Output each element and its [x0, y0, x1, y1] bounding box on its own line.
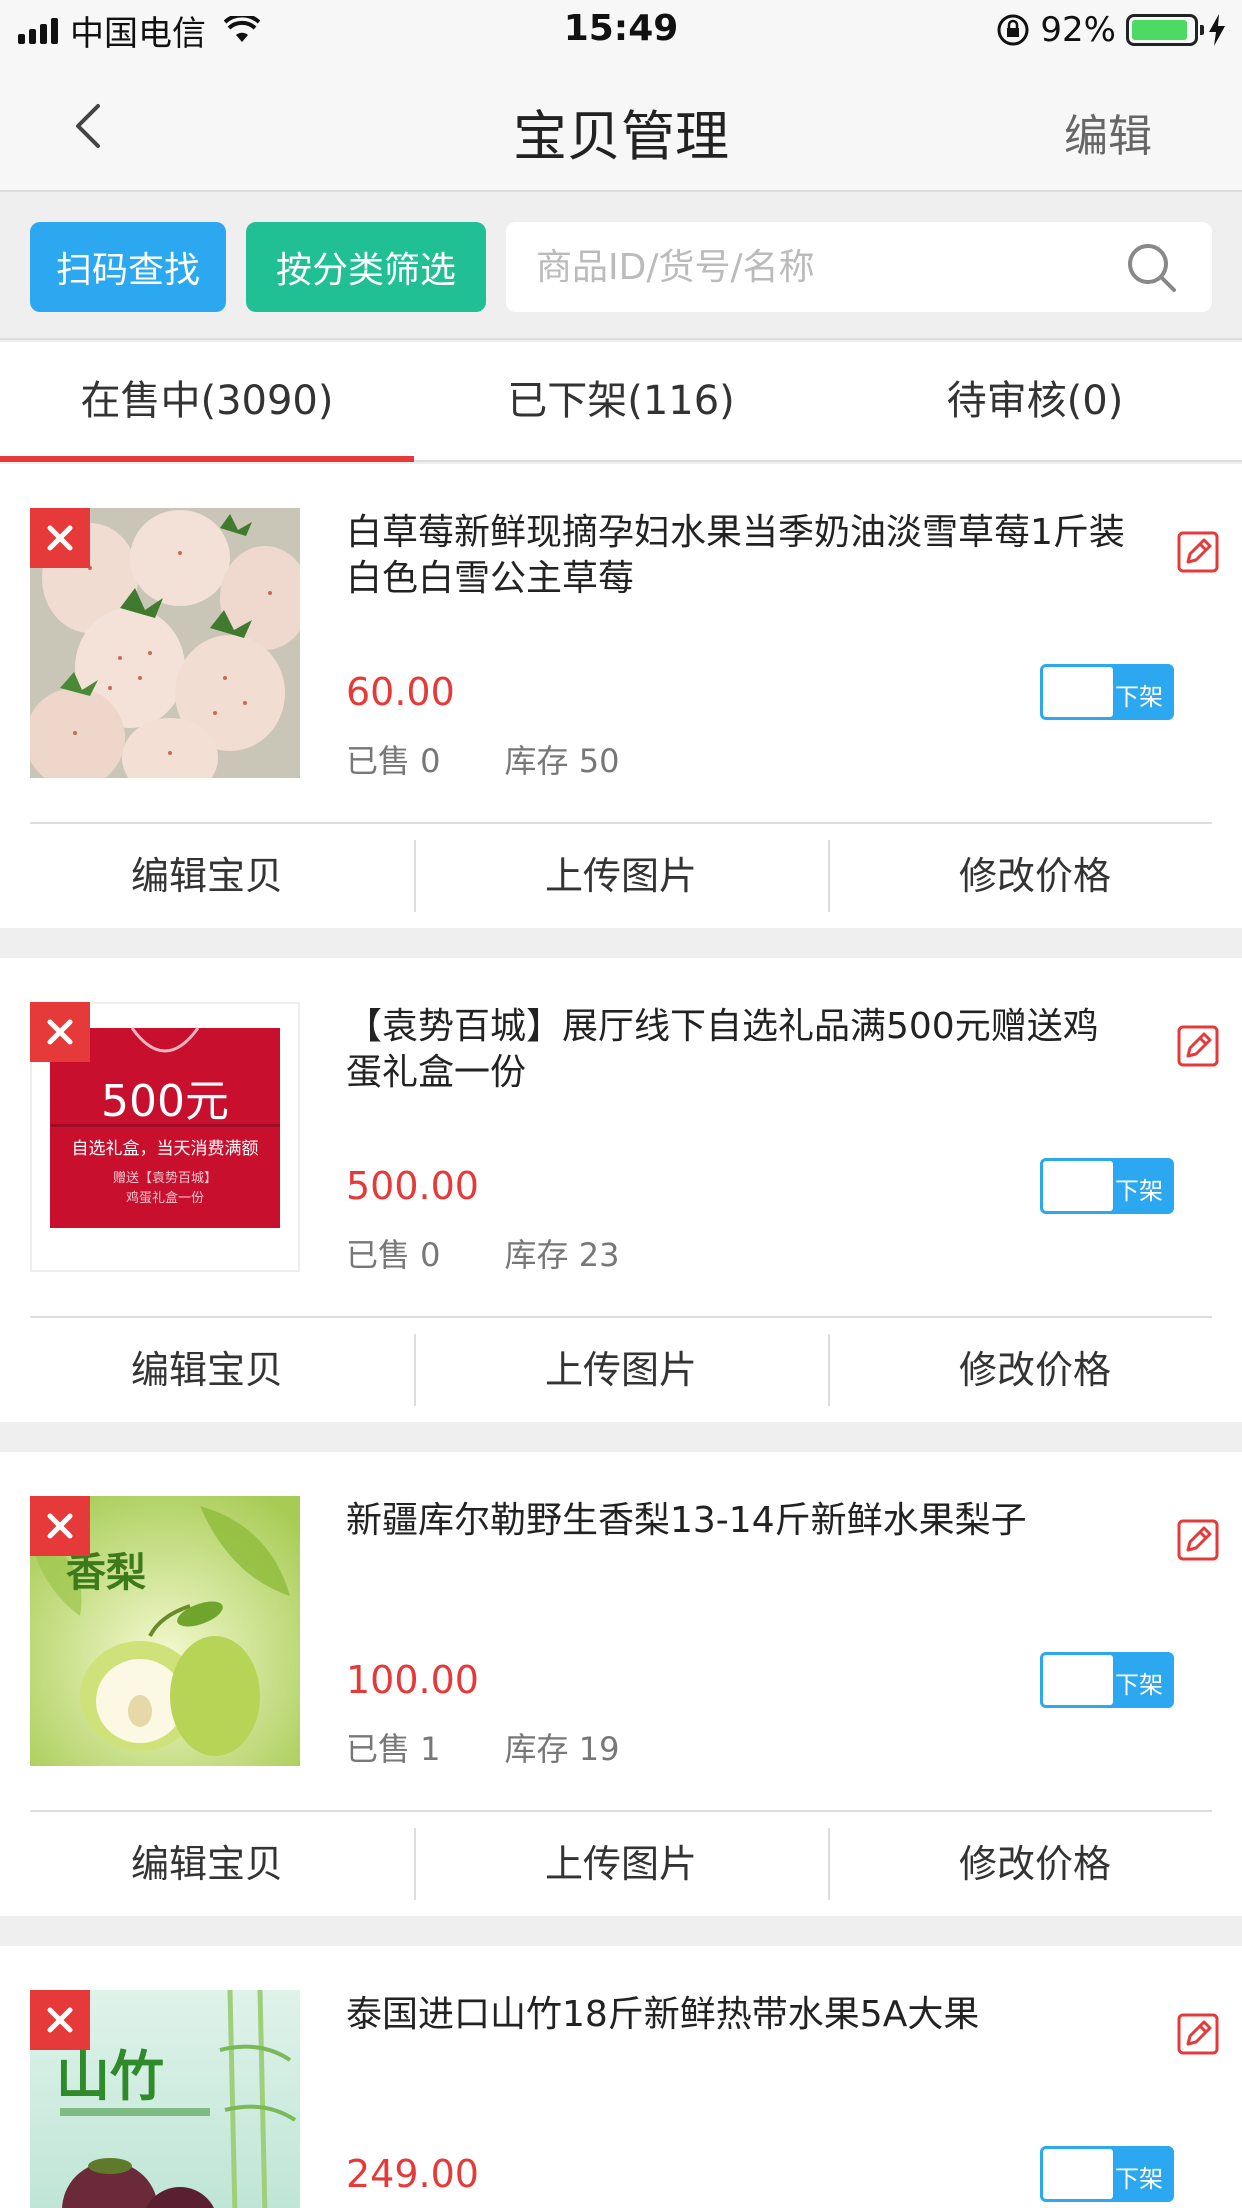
battery-percent: 92%	[1040, 10, 1116, 50]
edit-product-button[interactable]: 编辑宝贝	[0, 824, 414, 928]
delete-icon[interactable]	[30, 1990, 90, 2050]
toggle-label: 下架	[1115, 683, 1163, 711]
image-main-text: 山竹	[56, 2044, 164, 2108]
product-price: 60.00	[346, 670, 455, 714]
toggle-label: 下架	[1115, 2165, 1163, 2193]
image-line3-text: 鸡蛋礼盒一份	[126, 1190, 204, 1206]
product-title[interactable]: 白草莓新鲜现摘孕妇水果当季奶油淡雪草莓1斤装白色白雪公主草莓	[346, 510, 1126, 602]
sold-count: 已售 0	[346, 1236, 441, 1274]
edit-icon[interactable]	[1176, 530, 1220, 574]
image-main-text: 500元	[101, 1076, 229, 1127]
edit-icon[interactable]	[1176, 2012, 1220, 2056]
product-price: 249.00	[346, 2152, 479, 2196]
tab-on-sale[interactable]: 在售中(3090)	[0, 342, 414, 462]
product-price: 100.00	[346, 1658, 479, 1702]
product-card: 香梨 新疆库尔勒野生香梨13-14斤新鲜水果梨子 100.00 已售 1 库存 …	[0, 1452, 1242, 1916]
tab-off-shelf[interactable]: 已下架(116)	[414, 342, 828, 460]
delete-icon[interactable]	[30, 508, 90, 568]
delist-toggle[interactable]: 下架	[1040, 664, 1174, 720]
sold-count: 已售 0	[346, 742, 441, 780]
scan-search-button[interactable]: 扫码查找	[30, 222, 226, 312]
battery-icon	[1126, 14, 1204, 46]
product-title[interactable]: 泰国进口山竹18斤新鲜热带水果5A大果	[346, 1992, 1126, 2038]
product-title[interactable]: 【袁势百城】展厅线下自选礼品满500元赠送鸡蛋礼盒一份	[346, 1004, 1126, 1096]
change-price-button[interactable]: 修改价格	[828, 1318, 1242, 1422]
edit-product-button[interactable]: 编辑宝贝	[0, 1812, 414, 1916]
search-icon[interactable]	[1124, 240, 1180, 296]
upload-image-button[interactable]: 上传图片	[414, 1318, 828, 1422]
delist-toggle[interactable]: 下架	[1040, 2146, 1174, 2202]
product-card: 白草莓新鲜现摘孕妇水果当季奶油淡雪草莓1斤装白色白雪公主草莓 60.00 已售 …	[0, 464, 1242, 928]
status-tabs: 在售中(3090) 已下架(116) 待审核(0)	[0, 342, 1242, 462]
stock-count: 库存 50	[504, 742, 620, 780]
sold-count: 已售 1	[346, 1730, 441, 1768]
image-line2-text: 赠送【袁势百城】	[113, 1170, 217, 1186]
edit-icon[interactable]	[1176, 1024, 1220, 1068]
nav-bar: 宝贝管理 编辑	[0, 60, 1242, 192]
status-bar: 中国电信 15:49 92%	[0, 0, 1242, 60]
product-card: 500元 自选礼盒，当天消费满额 赠送【袁势百城】 鸡蛋礼盒一份 【袁势百城】展…	[0, 958, 1242, 1422]
toggle-label: 下架	[1115, 1671, 1163, 1699]
stock-count: 库存 19	[504, 1730, 620, 1768]
page-title: 宝贝管理	[513, 105, 729, 168]
delete-icon[interactable]	[30, 1496, 90, 1556]
change-price-button[interactable]: 修改价格	[828, 1812, 1242, 1916]
product-price: 500.00	[346, 1164, 479, 1208]
image-main-text: 香梨	[66, 1549, 146, 1596]
edit-product-button[interactable]: 编辑宝贝	[0, 1318, 414, 1422]
delist-toggle[interactable]: 下架	[1040, 1652, 1174, 1708]
upload-image-button[interactable]: 上传图片	[414, 824, 828, 928]
product-card: 山竹 泰国进口山竹18斤新鲜热带水果5A大果 249.00 下架	[0, 1946, 1242, 2208]
toggle-label: 下架	[1115, 1177, 1163, 1205]
delete-icon[interactable]	[30, 1002, 90, 1062]
delist-toggle[interactable]: 下架	[1040, 1158, 1174, 1214]
product-title[interactable]: 新疆库尔勒野生香梨13-14斤新鲜水果梨子	[346, 1498, 1126, 1544]
upload-image-button[interactable]: 上传图片	[414, 1812, 828, 1916]
search-input[interactable]	[506, 222, 1212, 312]
stock-count: 库存 23	[504, 1236, 620, 1274]
image-line1-text: 自选礼盒，当天消费满额	[72, 1139, 259, 1159]
search-bar: 扫码查找 按分类筛选	[0, 194, 1242, 340]
change-price-button[interactable]: 修改价格	[828, 824, 1242, 928]
edit-button[interactable]: 编辑	[1064, 100, 1152, 164]
category-filter-button[interactable]: 按分类筛选	[246, 222, 486, 312]
orientation-lock-icon	[997, 14, 1029, 46]
tab-pending-review[interactable]: 待审核(0)	[828, 342, 1242, 460]
charging-icon	[1209, 14, 1225, 46]
edit-icon[interactable]	[1176, 1518, 1220, 1562]
